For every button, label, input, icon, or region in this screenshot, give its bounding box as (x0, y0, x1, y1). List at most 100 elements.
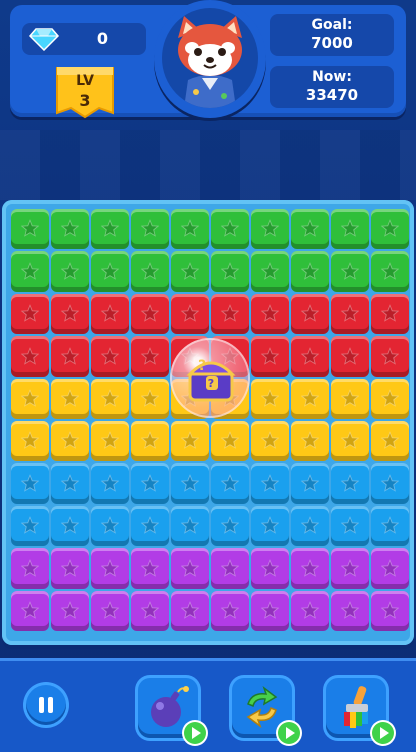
block-blue[interactable] (91, 505, 129, 547)
block-purple[interactable] (251, 548, 289, 589)
block-blue[interactable] (251, 505, 289, 547)
avatar[interactable] (154, 0, 266, 118)
block-blue[interactable] (131, 505, 169, 547)
block-blue[interactable] (291, 505, 329, 547)
block-purple[interactable] (211, 548, 249, 589)
block-purple[interactable] (51, 548, 89, 589)
block-yellow[interactable] (331, 378, 369, 419)
block-yellow[interactable] (291, 378, 329, 419)
block-green[interactable] (11, 209, 49, 250)
block-green[interactable] (291, 209, 329, 250)
block-green[interactable] (51, 251, 89, 292)
block-blue[interactable] (211, 505, 249, 547)
block-green[interactable] (331, 251, 369, 292)
block-purple[interactable] (331, 590, 369, 631)
block-yellow[interactable] (171, 420, 209, 462)
block-yellow[interactable] (51, 378, 89, 419)
block-yellow[interactable] (91, 378, 129, 419)
block-blue[interactable] (51, 505, 89, 547)
paint-brush-tool-button[interactable] (326, 678, 394, 744)
block-blue[interactable] (171, 463, 209, 504)
block-yellow[interactable] (251, 420, 289, 462)
block-blue[interactable] (11, 505, 49, 547)
block-purple[interactable] (211, 590, 249, 631)
treasure-chest-bubble-icon[interactable]: ? ? (170, 338, 250, 418)
block-green[interactable] (171, 251, 209, 292)
block-blue[interactable] (211, 463, 249, 504)
block-red[interactable] (171, 293, 209, 335)
block-blue[interactable] (331, 505, 369, 547)
block-blue[interactable] (291, 463, 329, 504)
block-yellow[interactable] (211, 420, 249, 462)
block-green[interactable] (91, 209, 129, 250)
block-yellow[interactable] (11, 378, 49, 419)
block-green[interactable] (51, 209, 89, 250)
block-red[interactable] (291, 336, 329, 377)
block-purple[interactable] (171, 590, 209, 631)
block-purple[interactable] (91, 548, 129, 589)
block-green[interactable] (211, 209, 249, 250)
block-blue[interactable] (51, 463, 89, 504)
block-blue[interactable] (91, 463, 129, 504)
block-red[interactable] (11, 293, 49, 335)
block-green[interactable] (251, 209, 289, 250)
block-purple[interactable] (131, 548, 169, 589)
block-red[interactable] (91, 293, 129, 335)
block-red[interactable] (91, 336, 129, 377)
block-purple[interactable] (171, 548, 209, 589)
block-blue[interactable] (371, 505, 409, 547)
block-yellow[interactable] (11, 420, 49, 462)
block-blue[interactable] (131, 463, 169, 504)
block-yellow[interactable] (331, 420, 369, 462)
block-yellow[interactable] (51, 420, 89, 462)
block-red[interactable] (371, 336, 409, 377)
block-purple[interactable] (91, 590, 129, 631)
block-purple[interactable] (11, 548, 49, 589)
gem-counter[interactable]: 0 (22, 23, 146, 55)
block-red[interactable] (371, 293, 409, 335)
block-green[interactable] (371, 251, 409, 292)
block-red[interactable] (291, 293, 329, 335)
block-green[interactable] (251, 251, 289, 292)
block-purple[interactable] (251, 590, 289, 631)
block-green[interactable] (291, 251, 329, 292)
block-red[interactable] (51, 293, 89, 335)
block-blue[interactable] (171, 505, 209, 547)
block-purple[interactable] (371, 590, 409, 631)
shuffle-tool-button[interactable] (232, 678, 300, 744)
block-red[interactable] (11, 336, 49, 377)
block-green[interactable] (91, 251, 129, 292)
block-red[interactable] (331, 336, 369, 377)
block-purple[interactable] (11, 590, 49, 631)
block-green[interactable] (211, 251, 249, 292)
block-green[interactable] (331, 209, 369, 250)
block-yellow[interactable] (291, 420, 329, 462)
block-purple[interactable] (371, 548, 409, 589)
block-yellow[interactable] (371, 420, 409, 462)
block-yellow[interactable] (131, 378, 169, 419)
block-yellow[interactable] (91, 420, 129, 462)
block-green[interactable] (131, 251, 169, 292)
block-red[interactable] (331, 293, 369, 335)
block-blue[interactable] (371, 463, 409, 504)
pause-button[interactable] (26, 685, 66, 725)
block-yellow[interactable] (251, 378, 289, 419)
block-green[interactable] (131, 209, 169, 250)
block-red[interactable] (251, 336, 289, 377)
block-blue[interactable] (331, 463, 369, 504)
block-yellow[interactable] (371, 378, 409, 419)
block-purple[interactable] (131, 590, 169, 631)
block-green[interactable] (371, 209, 409, 250)
block-red[interactable] (51, 336, 89, 377)
block-red[interactable] (131, 336, 169, 377)
block-yellow[interactable] (131, 420, 169, 462)
block-blue[interactable] (251, 463, 289, 504)
block-purple[interactable] (291, 548, 329, 589)
bomb-tool-button[interactable] (138, 678, 206, 744)
block-purple[interactable] (291, 590, 329, 631)
block-red[interactable] (211, 293, 249, 335)
block-purple[interactable] (331, 548, 369, 589)
block-red[interactable] (131, 293, 169, 335)
block-green[interactable] (171, 209, 209, 250)
block-blue[interactable] (11, 463, 49, 504)
